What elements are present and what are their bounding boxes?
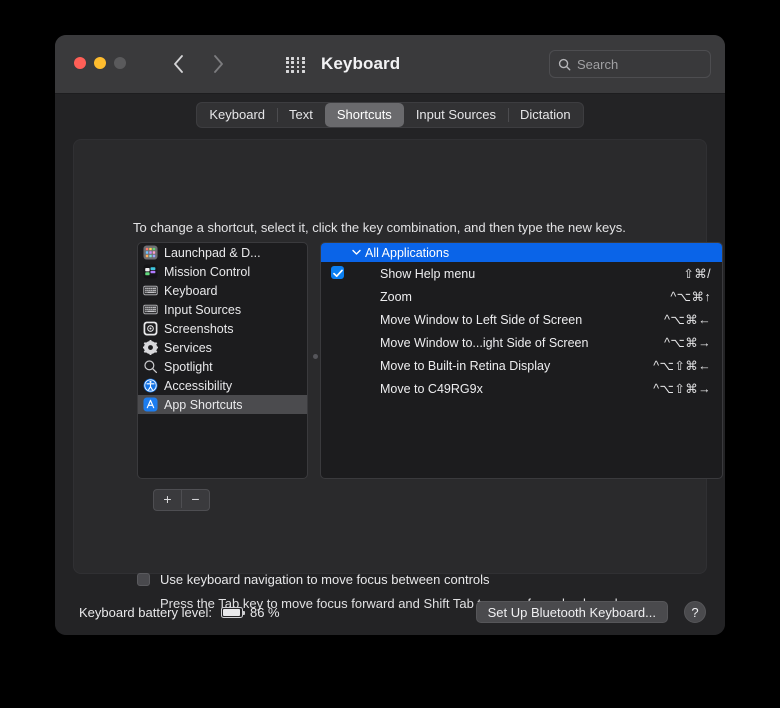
back-button[interactable]	[167, 53, 189, 75]
accessibility-icon	[143, 378, 158, 393]
shortcut-row[interactable]: Move to Built-in Retina Display ^⌥⇧⌘←	[321, 354, 722, 377]
shortcut-keys[interactable]: ^⌥⌘→	[664, 335, 711, 350]
traffic-lights	[74, 57, 126, 69]
keyboard-navigation-option[interactable]: Use keyboard navigation to move focus be…	[137, 572, 490, 587]
shortcut-keys[interactable]: ^⌥⇧⌘←	[653, 358, 711, 373]
battery-label: Keyboard battery level:	[79, 605, 212, 620]
forward-chevron-icon	[213, 55, 224, 73]
input-sources-icon	[143, 302, 158, 317]
lists-area: Launchpad & D... Mission Control	[137, 242, 723, 479]
shortcut-row[interactable]: Move Window to Left Side of Screen ^⌥⌘←	[321, 308, 722, 331]
sidebar-item-spotlight[interactable]: Spotlight	[138, 357, 307, 376]
keyboard-navigation-label: Use keyboard navigation to move focus be…	[160, 572, 490, 587]
shortcut-name: Zoom	[380, 290, 412, 304]
splitter-handle[interactable]	[313, 354, 318, 359]
shortcut-name: Move Window to Left Side of Screen	[380, 313, 582, 327]
sidebar-item-label: Launchpad & D...	[164, 246, 261, 260]
show-all-grid-icon[interactable]	[286, 57, 306, 73]
keyboard-navigation-checkbox[interactable]	[137, 573, 150, 586]
shortcut-name: Move to Built-in Retina Display	[380, 359, 550, 373]
shortcut-row[interactable]: Move Window to...ight Side of Screen ^⌥⌘…	[321, 331, 722, 354]
sidebar-item-label: Spotlight	[164, 360, 213, 374]
instruction-text: To change a shortcut, select it, click t…	[133, 220, 626, 235]
shortcut-group-label: All Applications	[365, 246, 449, 260]
keyboard-preferences-window: Keyboard Search Keyboard Text Shortcuts …	[55, 35, 725, 635]
shortcut-keys[interactable]: ^⌥⌘↑	[670, 289, 711, 304]
sidebar-item-label: Accessibility	[164, 379, 232, 393]
chevron-down-icon[interactable]	[352, 249, 361, 256]
sidebar-item-accessibility[interactable]: Accessibility	[138, 376, 307, 395]
search-icon	[558, 58, 571, 71]
shortcut-keys[interactable]: ^⌥⇧⌘→	[653, 381, 711, 396]
shortcut-row[interactable]: Show Help menu ⇧⌘/	[321, 262, 722, 285]
page-title: Keyboard	[321, 54, 400, 74]
sidebar-item-label: App Shortcuts	[164, 398, 243, 412]
battery-icon	[221, 607, 243, 618]
search-placeholder: Search	[577, 57, 618, 72]
shortcut-row[interactable]: Zoom ^⌥⌘↑	[321, 285, 722, 308]
tab-input-sources[interactable]: Input Sources	[404, 103, 508, 127]
add-shortcut-button[interactable]: +	[154, 490, 181, 508]
category-list[interactable]: Launchpad & D... Mission Control	[137, 242, 308, 479]
mission-control-icon	[143, 264, 158, 279]
tab-keyboard[interactable]: Keyboard	[197, 103, 277, 127]
help-button[interactable]: ?	[684, 601, 706, 623]
tab-bar-container: Keyboard Text Shortcuts Input Sources Di…	[55, 102, 725, 128]
battery-status: Keyboard battery level: 86 %	[79, 605, 280, 620]
close-button[interactable]	[74, 57, 86, 69]
shortcut-keys[interactable]: ^⌥⌘←	[664, 312, 711, 327]
spotlight-search-icon	[143, 359, 158, 374]
sidebar-item-mission-control[interactable]: Mission Control	[138, 262, 307, 281]
zoom-button[interactable]	[114, 57, 126, 69]
screenshots-icon	[143, 321, 158, 336]
sidebar-item-input-sources[interactable]: Input Sources	[138, 300, 307, 319]
tab-dictation[interactable]: Dictation	[508, 103, 583, 127]
keyboard-icon	[143, 283, 158, 298]
app-shortcuts-icon	[143, 397, 158, 412]
list-splitter[interactable]	[310, 242, 320, 479]
shortcut-name: Move to C49RG9x	[380, 382, 483, 396]
sidebar-item-label: Screenshots	[164, 322, 233, 336]
sidebar-item-launchpad[interactable]: Launchpad & D...	[138, 243, 307, 262]
sidebar-item-app-shortcuts[interactable]: App Shortcuts	[138, 395, 307, 414]
checkmark-icon	[333, 269, 343, 278]
remove-shortcut-button[interactable]: −	[181, 490, 209, 508]
shortcut-checkbox[interactable]	[331, 266, 344, 279]
sidebar-item-services[interactable]: Services	[138, 338, 307, 357]
battery-percent: 86 %	[250, 605, 280, 620]
forward-button[interactable]	[207, 53, 229, 75]
sidebar-item-keyboard[interactable]: Keyboard	[138, 281, 307, 300]
minimize-button[interactable]	[94, 57, 106, 69]
setup-bluetooth-keyboard-button[interactable]: Set Up Bluetooth Keyboard...	[476, 601, 668, 623]
tab-bar: Keyboard Text Shortcuts Input Sources Di…	[196, 102, 583, 128]
services-gear-icon	[143, 340, 158, 355]
sidebar-item-label: Mission Control	[164, 265, 250, 279]
sidebar-item-label: Input Sources	[164, 303, 241, 317]
shortcuts-list[interactable]: All Applications Show Help menu ⇧⌘/ Zoom…	[320, 242, 723, 479]
back-chevron-icon	[173, 55, 184, 73]
tab-shortcuts[interactable]: Shortcuts	[325, 103, 404, 127]
shortcut-name: Move Window to...ight Side of Screen	[380, 336, 588, 350]
shortcut-row[interactable]: Move to C49RG9x ^⌥⇧⌘→	[321, 377, 722, 400]
sidebar-item-screenshots[interactable]: Screenshots	[138, 319, 307, 338]
shortcut-keys[interactable]: ⇧⌘/	[683, 266, 711, 281]
add-remove-buttons: + −	[153, 489, 210, 511]
window-body: Keyboard Text Shortcuts Input Sources Di…	[55, 94, 725, 635]
title-bar: Keyboard Search	[55, 35, 725, 94]
shortcut-group-header[interactable]: All Applications	[321, 243, 722, 262]
shortcut-name: Show Help menu	[380, 267, 475, 281]
search-field[interactable]: Search	[549, 50, 711, 78]
tab-text[interactable]: Text	[277, 103, 325, 127]
sidebar-item-label: Keyboard	[164, 284, 218, 298]
launchpad-icon	[143, 245, 158, 260]
sidebar-item-label: Services	[164, 341, 212, 355]
